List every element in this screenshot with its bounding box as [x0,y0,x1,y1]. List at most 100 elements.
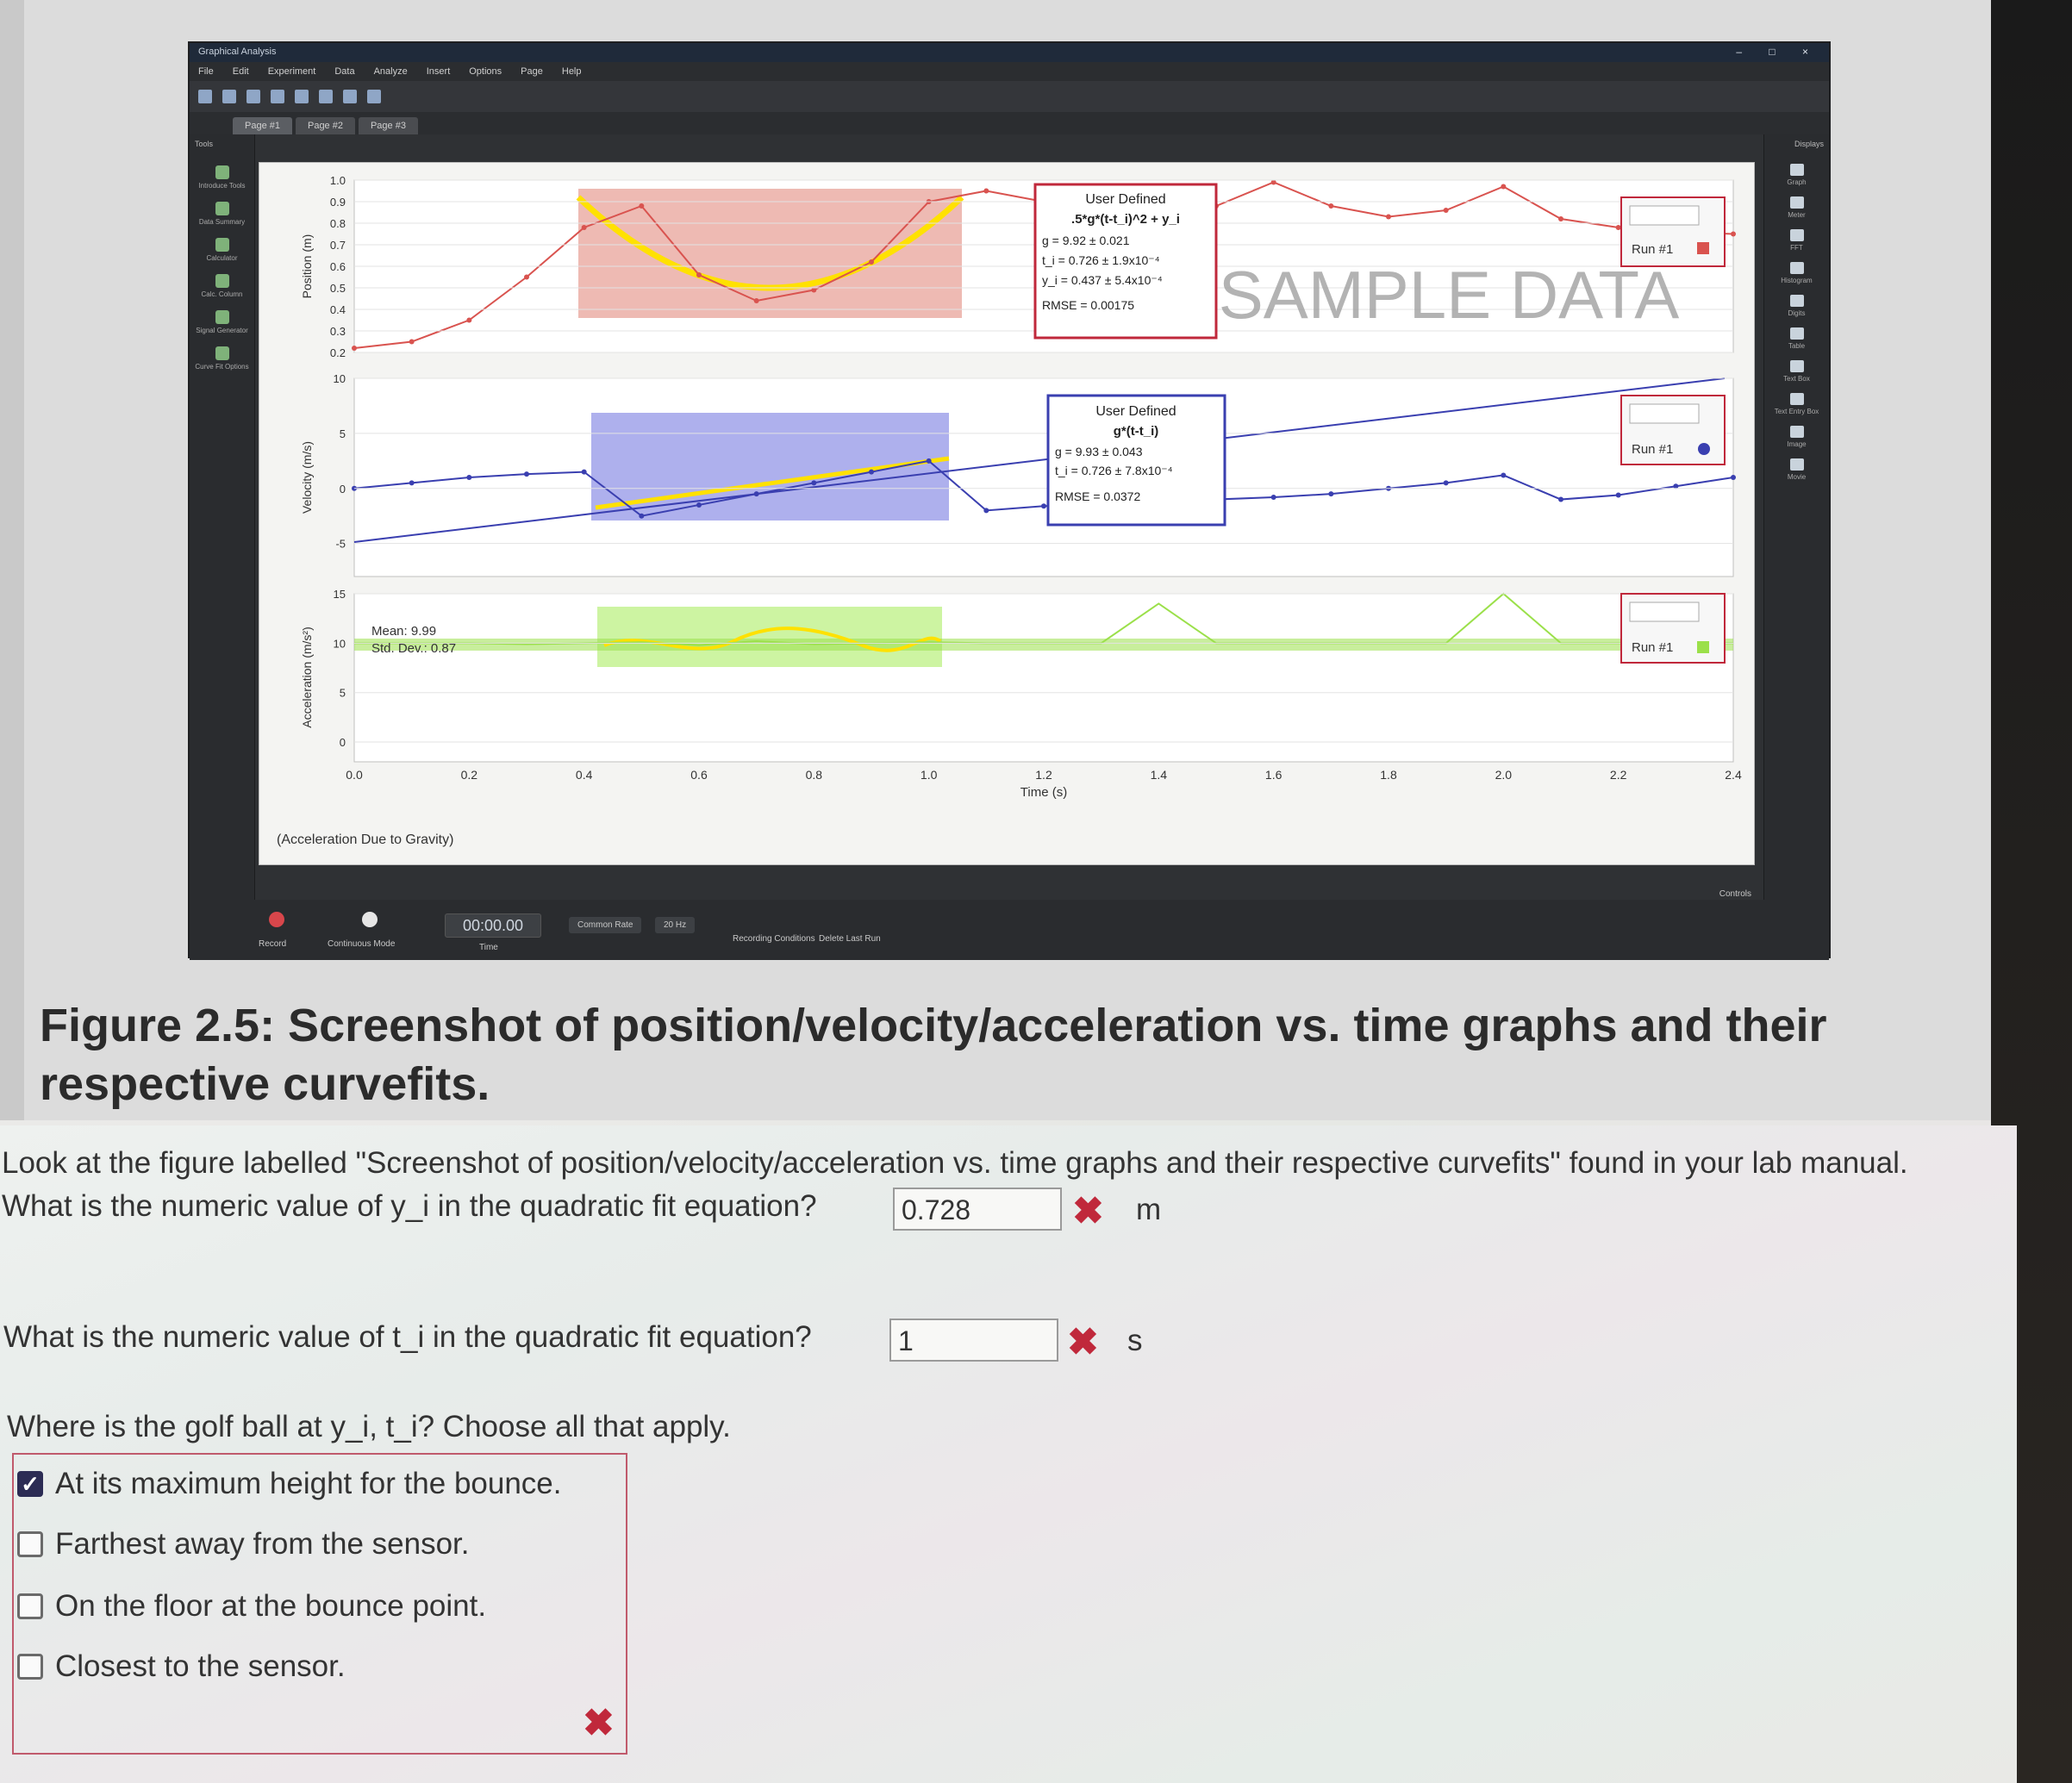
choice-closest[interactable]: Closest to the sensor. [17,1649,346,1684]
tool-data-summary[interactable]: Data Summary [190,202,254,226]
add-icon[interactable] [247,90,260,103]
tool-introduce[interactable]: Introduce Tools [190,165,254,190]
open-icon[interactable] [198,90,212,103]
incorrect-icon: ✖ [1067,1321,1099,1363]
tab-page-3[interactable]: Page #3 [358,117,418,134]
x-tick-label: 2.4 [1725,768,1742,782]
tool-icon [215,346,229,360]
data-point [409,339,415,345]
position-legend[interactable]: Run #1 [1620,196,1726,267]
choice-farthest[interactable]: Farthest away from the sensor. [17,1527,469,1562]
menu-insert[interactable]: Insert [427,66,451,77]
legend-run-label: Run #1 [1632,442,1673,457]
checkbox-icon[interactable] [17,1531,43,1557]
x-tick-label: 1.2 [1035,768,1052,782]
legend-run-label: Run #1 [1632,242,1673,257]
choice-label: On the floor at the bounce point. [55,1589,487,1623]
velocity-legend[interactable]: Run #1 [1620,395,1726,465]
display-fft[interactable]: FFT [1764,229,1829,252]
question-intro: Look at the figure labelled "Screenshot … [2,1146,1908,1180]
tab-page-2[interactable]: Page #2 [295,117,355,134]
display-movie[interactable]: Movie [1764,458,1829,481]
checkbox-checked-icon[interactable]: ✓ [17,1471,43,1497]
y-i-answer-field[interactable]: 0.728 [893,1188,1062,1231]
display-image[interactable]: Image [1764,426,1829,448]
fit-box-line: t_i = 0.726 ± 7.8x10⁻⁴ [1055,464,1173,477]
menu-experiment[interactable]: Experiment [268,66,316,77]
mode-button[interactable] [362,912,378,927]
toolbar [190,81,1829,112]
y-tick-label: 5 [340,427,346,440]
data-point [753,298,759,303]
tool-curve-fit[interactable]: Curve Fit Options [190,346,254,371]
x-tick-label: 2.0 [1495,768,1513,782]
data-point [1328,203,1334,209]
choice-max-height[interactable]: ✓ At its maximum height for the bounce. [17,1467,562,1501]
menu-file[interactable]: File [198,66,214,77]
zoom-icon[interactable] [271,90,284,103]
x-tick-label: 1.8 [1380,768,1397,782]
save-icon[interactable] [222,90,236,103]
record-button[interactable] [269,912,284,927]
redo-icon[interactable] [367,90,381,103]
acceleration-fit-region[interactable] [597,607,942,667]
controls-label[interactable]: Controls [1719,889,1751,899]
tool-icon [215,274,229,288]
data-point [466,475,472,480]
checkbox-icon[interactable] [17,1593,43,1619]
acceleration-axis-label: Acceleration (m/s²) [300,627,314,727]
tool-icon [215,165,229,179]
data-point [1270,495,1276,500]
data-point [1731,231,1736,237]
undo-icon[interactable] [343,90,357,103]
table-icon[interactable] [295,90,309,103]
displays-label: Displays [1794,140,1824,148]
velocity-fit-box[interactable]: User Defined g*(t-t_i) g = 9.93 ± 0.043 … [1046,394,1226,527]
position-axis-label: Position (m) [300,234,314,299]
display-meter[interactable]: Meter [1764,196,1829,219]
recording-conditions-button[interactable]: Recording Conditions [733,934,815,944]
text-entry-icon [1789,393,1804,405]
mode-label: Continuous Mode [328,939,396,949]
display-digits[interactable]: Digits [1764,295,1829,317]
tool-calculator[interactable]: Calculator [190,238,254,262]
rate-dropdown[interactable]: Common Rate [569,917,642,933]
t-i-answer-field[interactable]: 1 [889,1319,1058,1362]
window-controls[interactable]: – □ × [1736,46,1820,58]
menu-edit[interactable]: Edit [233,66,249,77]
tool-calc-column[interactable]: Calc. Column [190,274,254,298]
legend-swatch [1697,242,1709,254]
histogram-icon [1789,262,1804,274]
acceleration-legend[interactable]: Run #1 [1620,593,1726,664]
display-text-entry[interactable]: Text Entry Box [1764,393,1829,415]
choice-floor[interactable]: On the floor at the bounce point. [17,1589,486,1624]
rate-value[interactable]: 20 Hz [655,917,696,933]
graph-icon[interactable] [319,90,333,103]
menu-data[interactable]: Data [334,66,354,77]
fft-icon [1789,229,1804,241]
meter-icon [1789,196,1804,209]
fit-box-line: RMSE = 0.00175 [1042,298,1134,312]
graphs-svg[interactable]: Position (m) Velocity (m/s) Acceleration… [259,163,1756,866]
data-point [1615,492,1621,498]
display-table[interactable]: Table [1764,327,1829,350]
fit-box-line: t_i = 0.726 ± 1.9x10⁻⁴ [1042,253,1160,267]
menu-options[interactable]: Options [469,66,502,77]
position-fit-box[interactable]: User Defined .5*g*(t-t_i)^2 + y_i g = 9.… [1033,183,1218,340]
x-tick-label: 0.0 [346,768,363,782]
checkbox-icon[interactable] [17,1654,43,1680]
menu-help[interactable]: Help [562,66,582,77]
graph-display[interactable]: Position (m) Velocity (m/s) Acceleration… [259,162,1755,865]
menu-page[interactable]: Page [521,66,543,77]
tab-page-1[interactable]: Page #1 [233,117,292,134]
incorrect-icon: ✖ [583,1702,615,1744]
data-point [639,513,645,519]
choice-label: At its maximum height for the bounce. [55,1467,562,1500]
tool-signal-generator[interactable]: Signal Generator [190,310,254,334]
data-point [983,508,989,514]
display-graph[interactable]: Graph [1764,164,1829,186]
menu-analyze[interactable]: Analyze [374,66,408,77]
delete-last-run-button[interactable]: Delete Last Run [819,934,881,944]
display-histogram[interactable]: Histogram [1764,262,1829,284]
display-text-box[interactable]: Text Box [1764,360,1829,383]
